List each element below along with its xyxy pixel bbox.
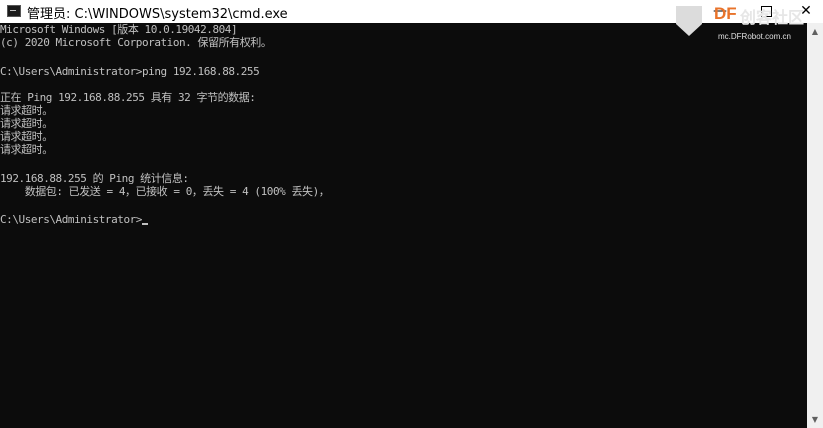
watermark-brand-cn: 创客社区 (740, 8, 805, 27)
console-line: 请求超时。 (0, 104, 53, 117)
window-title: 管理员: C:\WINDOWS\system32\cmd.exe (27, 7, 288, 22)
console-line: (c) 2020 Microsoft Corporation. 保留所有权利。 (0, 36, 272, 49)
watermark-brand: DF (714, 4, 737, 23)
console-line: 请求超时。 (0, 143, 53, 156)
console-line: 数据包: 已发送 = 4，已接收 = 0，丢失 = 4 (100% 丢失)， (0, 185, 330, 198)
vertical-scrollbar[interactable]: ▲ ▼ (807, 23, 823, 428)
console-line: 正在 Ping 192.168.88.255 具有 32 字节的数据: (0, 91, 256, 104)
console-area[interactable]: Microsoft Windows [版本 10.0.19042.804] (c… (0, 23, 807, 428)
cmd-icon[interactable] (7, 5, 21, 17)
console-prompt-line[interactable]: C:\Users\Administrator> (0, 213, 148, 226)
watermark-url: mc.DFRobot.com.cn (718, 32, 791, 41)
shield-logo-icon (676, 6, 702, 36)
watermark: DF 创客社区 mc.DFRobot.com.cn (676, 4, 816, 44)
console-prompt: C:\Users\Administrator> (0, 213, 142, 226)
scroll-down-icon[interactable]: ▼ (807, 411, 823, 428)
console-line: 请求超时。 (0, 130, 53, 143)
console-line: 192.168.88.255 的 Ping 统计信息: (0, 172, 189, 185)
cursor-caret (141, 223, 148, 225)
console-line: Microsoft Windows [版本 10.0.19042.804] (0, 23, 238, 36)
scroll-up-icon[interactable]: ▲ (807, 23, 823, 40)
console-line: C:\Users\Administrator>ping 192.168.88.2… (0, 65, 260, 78)
console-line: 请求超时。 (0, 117, 53, 130)
